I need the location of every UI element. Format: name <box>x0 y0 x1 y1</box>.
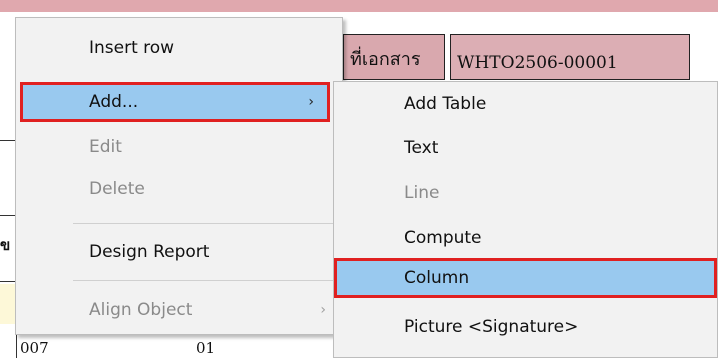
report-cell: 007 <box>20 339 49 357</box>
menu-item-label: Insert row <box>89 38 175 58</box>
submenu-item-text[interactable]: Text <box>334 128 717 168</box>
submenu-item-label: Add Table <box>404 94 487 114</box>
submenu-item-picture-signature[interactable]: Picture <Signature> <box>334 307 717 347</box>
submenu-item-column[interactable]: Column <box>334 258 717 298</box>
submenu-item-label: Text <box>404 138 439 158</box>
submenu-item-add-table[interactable]: Add Table <box>334 84 717 124</box>
menu-item-label: Align Object <box>89 300 193 320</box>
menu-item-edit[interactable]: Edit <box>16 127 342 167</box>
report-left-fragment: ข <box>0 236 11 254</box>
submenu-item-compute[interactable]: Compute <box>334 218 717 258</box>
menu-item-label: Design Report <box>89 242 210 262</box>
submenu-arrow-icon: › <box>308 94 314 110</box>
menu-item-label: Delete <box>89 179 145 199</box>
menu-separator <box>73 280 338 281</box>
submenu-item-line[interactable]: Line <box>334 173 717 213</box>
report-gridline <box>0 281 16 282</box>
add-submenu: Add Table Text Line Compute Column Pictu… <box>333 81 718 358</box>
submenu-item-label: Column <box>404 268 470 288</box>
menu-item-add[interactable]: Add... › <box>20 82 330 122</box>
menu-item-insert-row[interactable]: Insert row <box>16 28 342 68</box>
report-gridline <box>0 215 16 216</box>
document-number-label: ที่เอกสาร <box>350 49 421 70</box>
menu-item-align-object[interactable]: Align Object › <box>16 290 342 330</box>
submenu-item-label: Compute <box>404 228 482 248</box>
submenu-item-label: Line <box>404 183 440 203</box>
menu-separator <box>73 223 338 224</box>
menu-item-label: Add... <box>89 92 139 112</box>
document-number-value-cell[interactable]: WHTO2506-00001 <box>450 34 690 80</box>
submenu-item-label: Picture <Signature> <box>404 317 579 337</box>
menu-item-delete[interactable]: Delete <box>16 169 342 209</box>
report-gridline <box>0 140 16 141</box>
submenu-arrow-icon: › <box>320 302 326 318</box>
context-menu: Insert row Add... › Edit Delete Design R… <box>15 17 343 335</box>
document-number-value: WHTO2506-00001 <box>457 53 618 73</box>
document-number-label-cell[interactable]: ที่เอกสาร <box>343 34 445 80</box>
menu-item-label: Edit <box>89 137 122 157</box>
menu-item-design-report[interactable]: Design Report <box>16 232 342 272</box>
report-cell: 01 <box>196 339 216 357</box>
report-header-band <box>0 0 718 12</box>
